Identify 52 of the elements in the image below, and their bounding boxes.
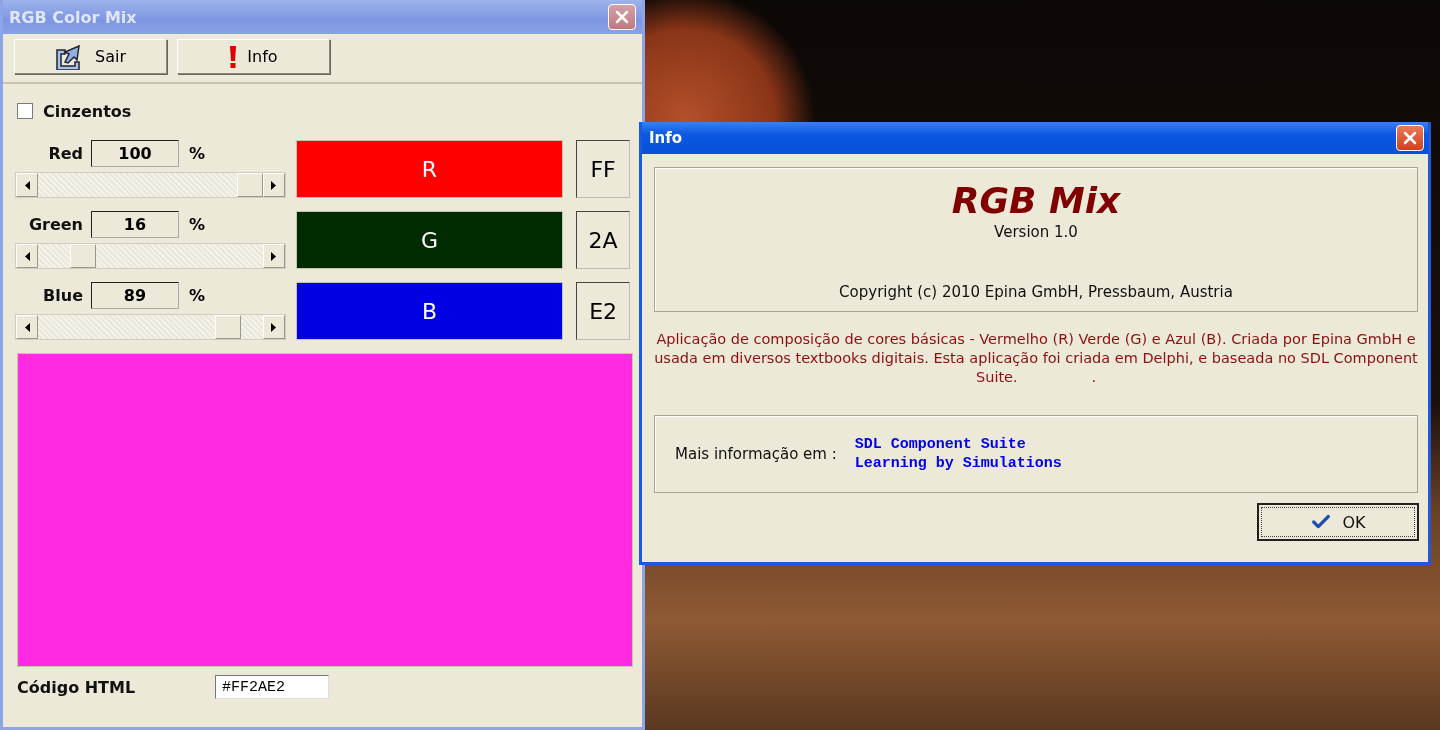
more-info-label: Mais informação em : (675, 445, 837, 463)
left-triangle-icon (24, 251, 30, 261)
dialog-title: Info (649, 129, 683, 147)
html-code-field[interactable]: #FF2AE2 (215, 675, 329, 699)
hex-value: 2A (576, 211, 630, 269)
checkbox[interactable] (17, 103, 33, 119)
checkbox-label: Cinzentos (43, 101, 132, 121)
hex-value: FF (576, 140, 630, 198)
exit-button[interactable]: Sair (14, 39, 167, 74)
scroll-left-button[interactable] (16, 173, 38, 197)
swatch-label: B (421, 298, 437, 324)
close-button[interactable] (1396, 125, 1424, 151)
scroll-right-button[interactable] (262, 315, 285, 339)
ok-button[interactable]: OK (1257, 503, 1419, 541)
value-display: 16 (91, 211, 179, 238)
slider-thumb[interactable] (69, 244, 96, 268)
channel-label: Blue (42, 286, 83, 305)
swatch-label: R (421, 156, 438, 182)
link[interactable]: Learning by Simulations (854, 455, 1062, 472)
right-triangle-icon (271, 322, 277, 332)
scroll-right-button[interactable] (262, 244, 285, 268)
html-code-label: Código HTML (17, 677, 137, 697)
exclamation-icon (229, 45, 238, 68)
slider[interactable] (15, 314, 286, 340)
version-text: Version 1.0 (994, 223, 1078, 241)
left-triangle-icon (24, 180, 30, 190)
value-display: 100 (91, 140, 179, 167)
link[interactable]: SDL Component Suite (854, 436, 1062, 453)
channel-label: Green (27, 215, 83, 234)
description-text: Aplicação de composição de cores básicas - Vermelho (R) Verde (G) e Azul (B). Criada por Epina GmbH e usada em diversos textbooks digitais. Esta aplicação foi criada em Delphi, e baseada no SDL Component Suite. . (653, 330, 1419, 387)
left-triangle-icon (24, 322, 30, 332)
info-button[interactable]: Info (177, 39, 330, 74)
unit-label: % (189, 215, 206, 234)
slider-thumb[interactable] (236, 173, 263, 197)
slider-thumb[interactable] (214, 315, 241, 339)
slider[interactable] (15, 243, 286, 269)
value-display: 89 (91, 282, 179, 309)
scroll-left-button[interactable] (16, 244, 38, 268)
right-triangle-icon (271, 180, 277, 190)
right-triangle-icon (271, 251, 277, 261)
copyright-text: Copyright (c) 2010 Epina GmbH, Pressbaum, Austria (839, 283, 1233, 301)
slider[interactable] (15, 172, 286, 198)
hex-value: E2 (576, 282, 630, 340)
window-title: RGB Color Mix (9, 7, 137, 27)
scroll-right-button[interactable] (262, 173, 285, 197)
channel-label: Red (47, 144, 83, 163)
close-button[interactable] (608, 4, 636, 30)
swatch-label: G (420, 227, 438, 253)
scroll-left-button[interactable] (16, 315, 38, 339)
app-name: RGB Mix (951, 180, 1121, 221)
unit-label: % (189, 144, 206, 163)
unit-label: % (189, 286, 206, 305)
